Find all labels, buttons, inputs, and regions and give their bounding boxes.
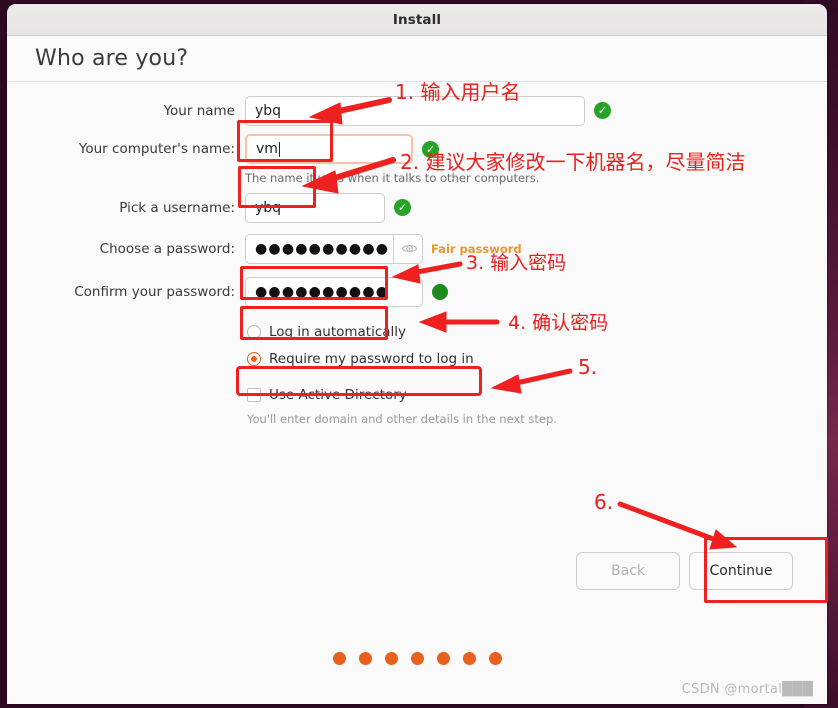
dot-green-icon-confirm-password bbox=[432, 283, 448, 300]
window-title: Install bbox=[392, 11, 442, 28]
computer-name-hint: The name it uses when it talks to other … bbox=[245, 171, 540, 185]
progress-dot bbox=[384, 652, 398, 665]
password-reveal-button[interactable] bbox=[393, 233, 423, 264]
computer-name-input[interactable]: vm bbox=[245, 134, 413, 164]
progress-dot bbox=[462, 652, 476, 665]
check-circle-icon-computer-name: ✓ bbox=[422, 140, 439, 158]
active-directory-hint: You'll enter domain and other details in… bbox=[247, 412, 557, 426]
page-header: Who are you? bbox=[7, 36, 827, 82]
your-name-field[interactable]: ybq bbox=[245, 95, 585, 126]
progress-dots bbox=[7, 652, 827, 665]
password-input[interactable]: ●●●●●●●●●● bbox=[245, 233, 393, 264]
username-label: Pick a username: bbox=[119, 199, 235, 216]
window-titlebar[interactable]: Install bbox=[7, 4, 827, 36]
check-circle-icon-your-name: ✓ bbox=[594, 102, 611, 119]
your-name-label: Your name bbox=[163, 102, 235, 119]
navigation-button-bar: Back Continue bbox=[7, 552, 827, 590]
watermark-text: CSDN @mortal███ bbox=[681, 682, 813, 697]
confirm-password-field[interactable]: ●●●●●●●●●● bbox=[245, 276, 423, 307]
desktop-background: Install Who are you? Your name ybq ✓ You… bbox=[0, 0, 838, 708]
password-strength-label: Fair password bbox=[431, 241, 522, 256]
option-use-active-directory[interactable]: Use Active Directory bbox=[7, 383, 827, 406]
field-row-password: Choose a password: ●●●●●●●●●● Fair passw… bbox=[7, 230, 827, 267]
progress-dot bbox=[488, 652, 502, 665]
option-log-in-automatically[interactable]: Log in automatically bbox=[7, 320, 827, 343]
check-circle-icon-username: ✓ bbox=[394, 199, 411, 216]
radio-require-password[interactable] bbox=[247, 351, 261, 366]
progress-dot bbox=[332, 652, 346, 665]
password-label: Choose a password: bbox=[99, 240, 235, 257]
computer-name-label: Your computer's name: bbox=[78, 141, 235, 157]
progress-dot bbox=[358, 652, 372, 665]
confirm-password-label: Confirm your password: bbox=[74, 283, 235, 300]
your-name-input[interactable]: ybq bbox=[245, 95, 585, 126]
page-title: Who are you? bbox=[35, 46, 189, 71]
confirm-password-value: ●●●●●●●●●● bbox=[255, 283, 390, 300]
progress-dot bbox=[410, 652, 424, 665]
option-label-auto-login: Log in automatically bbox=[269, 323, 407, 340]
field-row-confirm-password: Confirm your password: ●●●●●●●●●● bbox=[7, 273, 827, 310]
user-setup-form: Your name ybq ✓ Your computer's name: vm… bbox=[7, 82, 827, 426]
username-field[interactable]: ybq bbox=[245, 192, 385, 223]
username-input[interactable]: ybq bbox=[245, 192, 385, 223]
field-row-your-name: Your name ybq ✓ bbox=[7, 92, 827, 129]
option-require-password[interactable]: Require my password to log in bbox=[7, 347, 827, 370]
confirm-password-input[interactable]: ●●●●●●●●●● bbox=[245, 276, 423, 307]
installer-window: Install Who are you? Your name ybq ✓ You… bbox=[7, 4, 827, 704]
progress-dot bbox=[436, 652, 450, 665]
field-row-username: Pick a username: ybq ✓ bbox=[7, 189, 827, 226]
field-row-computer-name: Your computer's name: vm ✓ bbox=[7, 129, 827, 169]
checkbox-active-directory[interactable] bbox=[247, 387, 261, 402]
eye-icon bbox=[398, 238, 420, 260]
password-field[interactable]: ●●●●●●●●●● bbox=[245, 233, 423, 264]
text-caret bbox=[278, 141, 280, 157]
radio-log-in-automatically[interactable] bbox=[247, 324, 261, 339]
computer-name-value: vm bbox=[256, 141, 278, 157]
option-label-require-password: Require my password to log in bbox=[269, 350, 474, 367]
your-name-value: ybq bbox=[255, 102, 282, 119]
continue-button[interactable]: Continue bbox=[689, 552, 793, 590]
password-value: ●●●●●●●●●● bbox=[255, 240, 390, 257]
username-value: ybq bbox=[255, 199, 282, 216]
back-button[interactable]: Back bbox=[576, 552, 680, 590]
option-label-active-directory: Use Active Directory bbox=[269, 386, 407, 403]
computer-name-field[interactable]: vm bbox=[245, 134, 413, 164]
